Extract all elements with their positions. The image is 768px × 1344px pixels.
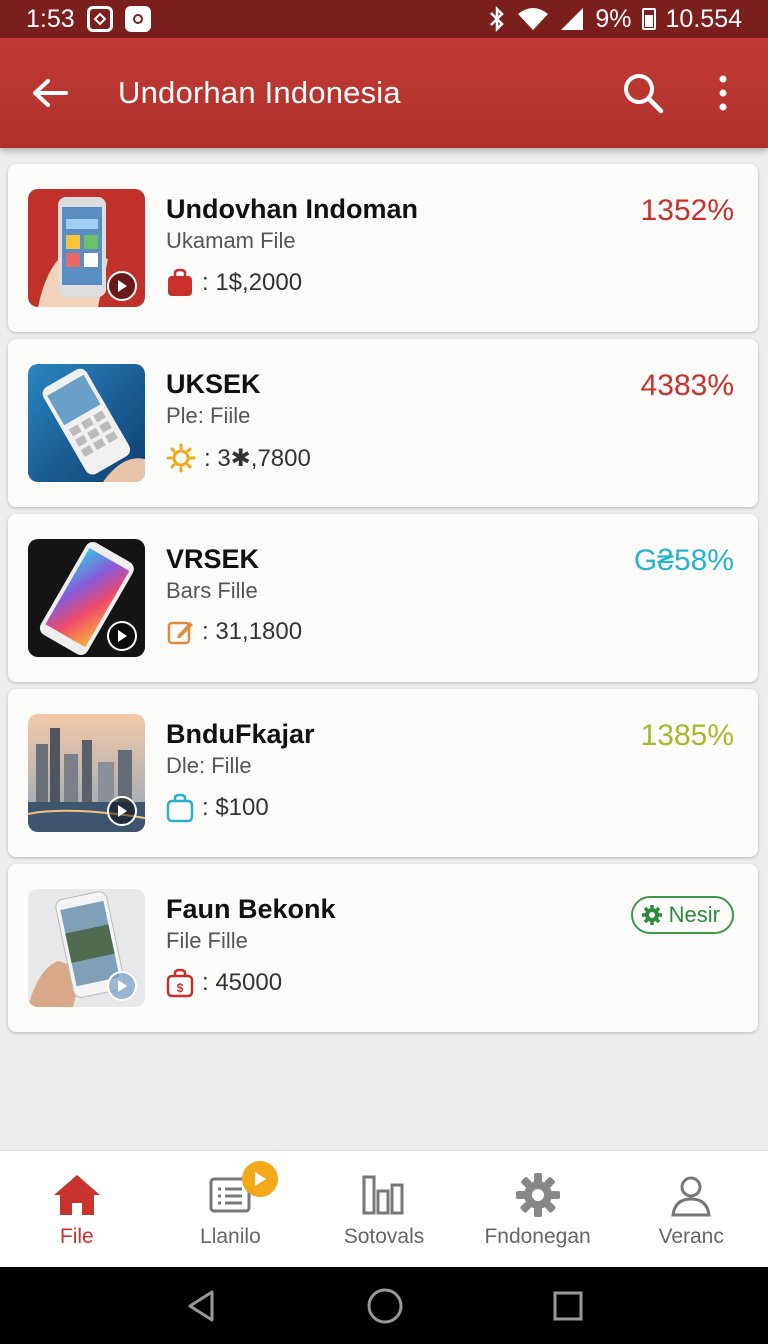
nav-label: Veranc: [658, 1225, 724, 1248]
item-thumbnail: [28, 189, 145, 307]
gear-icon: [515, 1173, 560, 1217]
nav-item-file[interactable]: File: [0, 1151, 154, 1267]
list-item[interactable]: BnduFkajar Dle: Fille : $100 1385%: [8, 689, 758, 857]
system-home-icon[interactable]: [366, 1287, 404, 1325]
app-bar: Undorhan Indonesia: [0, 38, 768, 148]
item-value: : 45000: [202, 969, 283, 996]
item-thumbnail: [28, 364, 145, 482]
person-icon: [671, 1176, 711, 1217]
nav-label: Fndonegan: [484, 1225, 591, 1248]
item-value: : 31,1800: [202, 618, 303, 645]
item-percent: G₴58%: [633, 544, 734, 577]
nav-item-llanilo[interactable]: Llanilo: [154, 1151, 308, 1267]
item-title: Undovhan Indoman: [166, 194, 418, 224]
video-badge-icon: [241, 1161, 278, 1197]
svg-text:$: $: [177, 981, 184, 995]
item-subtitle: File Fille: [166, 928, 248, 953]
status-bar: 1:53 9% 10.554: [0, 0, 768, 38]
page-title: Undorhan Indonesia: [118, 75, 401, 110]
item-percent: 4383%: [640, 369, 734, 402]
badge-label: Nesir: [668, 902, 720, 927]
edit-icon: [167, 621, 193, 645]
list-item[interactable]: Undovhan Indoman Ukamam File : 1$,2000 1…: [8, 164, 758, 332]
gear-icon: [641, 905, 662, 925]
item-subtitle: Dle: Fille: [166, 753, 252, 778]
item-thumbnail: [28, 889, 145, 1007]
item-meta: : 31,1800: [166, 618, 302, 646]
item-value: : $100: [202, 794, 269, 821]
battery-percent: 9%: [595, 4, 632, 33]
notification-icon: [86, 6, 113, 32]
item-thumbnail: [28, 539, 145, 657]
item-subtitle: Bars Fille: [166, 578, 258, 603]
app-notification-icon: [124, 6, 151, 32]
search-button[interactable]: [608, 38, 678, 148]
play-icon: [107, 621, 137, 651]
system-navigation-bar: [0, 1267, 768, 1344]
bottom-navigation: File Llanilo Sotovals Fndonegan Veranc: [0, 1150, 768, 1267]
item-subtitle: Ple: Fiile: [166, 403, 251, 428]
item-title: UKSEK: [166, 369, 261, 399]
back-button[interactable]: [0, 38, 100, 148]
list-item[interactable]: Faun Bekonk File Fille $ : 45000 Nesir: [8, 864, 758, 1032]
more-vert-icon: [719, 75, 727, 111]
status-time: 1:53: [26, 4, 75, 33]
signal-icon: [561, 8, 584, 30]
nav-label: File: [59, 1225, 94, 1248]
item-percent: 1385%: [640, 719, 734, 752]
sun-icon: [166, 443, 196, 473]
item-title: Faun Bekonk: [166, 894, 336, 924]
nav-label: Sotovals: [343, 1225, 425, 1248]
play-icon: [107, 971, 137, 1001]
item-meta: : 3✱,7800: [166, 443, 311, 473]
status-badge[interactable]: Nesir: [630, 896, 734, 934]
nav-item-sotovals[interactable]: Sotovals: [307, 1151, 461, 1267]
bluetooth-icon: [490, 6, 505, 32]
bag-icon: [168, 268, 192, 296]
battery-icon: [641, 8, 656, 30]
item-subtitle: Ukamam File: [166, 228, 296, 253]
wifi-icon: [518, 8, 549, 30]
status-right-value: 10.554: [665, 4, 742, 33]
item-value: : 1$,2000: [202, 269, 303, 296]
chart-icon: [362, 1175, 404, 1215]
play-icon: [107, 271, 137, 301]
item-thumbnail: [28, 714, 145, 832]
item-value: : 3✱,7800: [204, 444, 311, 472]
overflow-menu-button[interactable]: [678, 38, 768, 148]
play-icon: [107, 796, 137, 826]
item-meta: : 1$,2000: [166, 268, 302, 298]
system-back-icon[interactable]: [184, 1289, 218, 1323]
back-arrow-icon: [33, 79, 68, 107]
item-title: VRSEK: [166, 544, 260, 574]
list-item[interactable]: UKSEK Ple: Fiile : 3✱,7800 4383%: [8, 339, 758, 507]
nav-label: Llanilo: [200, 1225, 261, 1248]
item-percent: 1352%: [640, 194, 734, 227]
search-icon: [624, 74, 664, 114]
item-title: BnduFkajar: [166, 719, 315, 749]
system-recents-icon[interactable]: [552, 1290, 584, 1322]
nav-item-fndonegan[interactable]: Fndonegan: [461, 1151, 615, 1267]
file-list: Undovhan Indoman Ukamam File : 1$,2000 1…: [8, 164, 758, 1039]
item-meta: $ : 45000: [166, 968, 282, 998]
bag-icon: $: [166, 968, 194, 998]
item-meta: : $100: [166, 793, 269, 823]
list-item[interactable]: VRSEK Bars Fille : 31,1800 G₴58%: [8, 514, 758, 682]
home-icon: [53, 1175, 100, 1215]
nav-item-veranc[interactable]: Veranc: [614, 1151, 768, 1267]
bag-icon: [166, 793, 194, 823]
